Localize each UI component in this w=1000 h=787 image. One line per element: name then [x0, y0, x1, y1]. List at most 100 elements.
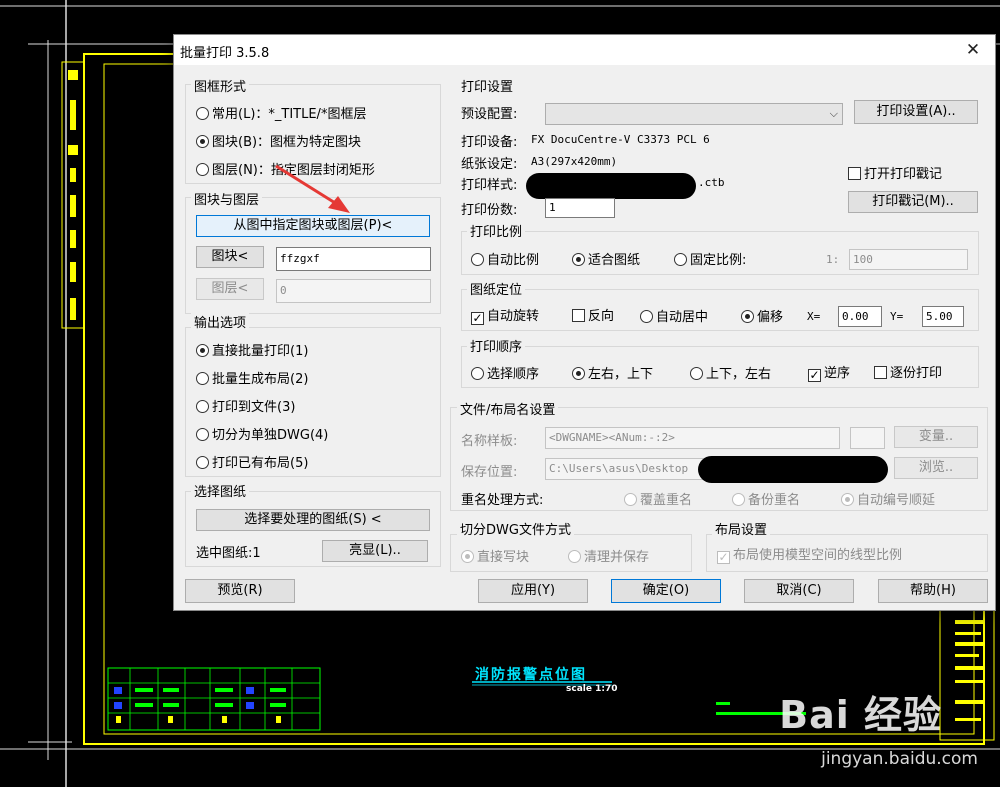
radio-off-icon — [640, 310, 653, 323]
rename-label: 重名处理方式: — [461, 493, 544, 508]
collate-checkbox[interactable]: 逐份打印 — [874, 362, 942, 381]
paper-label: 纸张设定: — [461, 157, 518, 172]
preset-label: 预设配置: — [461, 107, 518, 122]
layer-pick-button[interactable]: 图层< — [196, 278, 264, 300]
scale-fixed-radio[interactable]: 固定比例: — [674, 249, 746, 268]
split-write-block-radio[interactable]: 直接写块 — [461, 546, 529, 565]
scale-ratio-input[interactable]: 100 — [849, 249, 968, 270]
file-layout-label: 文件/布局名设置 — [457, 399, 559, 418]
order-lr-tb-radio[interactable]: 左右，上下 — [572, 363, 653, 382]
offset-y-label: Y= — [890, 310, 904, 323]
order-tb-lr-radio[interactable]: 上下，左右 — [690, 363, 771, 382]
name-template-extra-input[interactable] — [850, 427, 885, 449]
variable-button[interactable]: 变量.. — [894, 426, 978, 448]
cad-drawing-scale: scale 1:70 — [566, 684, 618, 694]
radio-off-icon — [624, 493, 637, 506]
offset-x-input[interactable]: 0.00 — [838, 306, 882, 327]
scale-auto-radio[interactable]: 自动比例 — [471, 249, 539, 268]
checkbox-unchecked-icon — [874, 366, 887, 379]
chevron-down-icon: ⌵ — [829, 107, 838, 120]
print-settings-button[interactable]: 打印设置(A).. — [854, 100, 978, 124]
layer-name-input[interactable]: 0 — [276, 279, 431, 303]
scale-label: 打印比例 — [467, 221, 526, 240]
ok-button[interactable]: 确定(O) — [611, 579, 721, 603]
select-drawing-label: 选择图纸 — [191, 481, 250, 500]
split-dwg-label: 切分DWG文件方式 — [457, 519, 574, 538]
radio-on-icon — [196, 344, 209, 357]
reverse-checkbox[interactable]: 反向 — [572, 305, 614, 324]
block-layer-label: 图块与图层 — [191, 189, 263, 208]
checkbox-checked-icon: ✓ — [808, 368, 821, 382]
auto-center-radio[interactable]: 自动居中 — [640, 306, 708, 325]
output-gen-layout-radio[interactable]: 批量生成布局(2) — [196, 368, 308, 387]
style-suffix: .ctb — [698, 176, 725, 189]
rename-autonumber-radio[interactable]: 自动编号顺延 — [841, 489, 935, 508]
block-pick-button[interactable]: 图块< — [196, 246, 264, 268]
frame-form-common-radio[interactable]: 常用(L)：*_TITLE/*图框层 — [196, 103, 366, 122]
order-select-radio[interactable]: 选择顺序 — [471, 363, 539, 382]
copies-input[interactable]: 1 — [545, 198, 615, 218]
preview-button[interactable]: 预览(R) — [185, 579, 295, 603]
print-stamp-checkbox[interactable]: 打开打印戳记 — [848, 163, 942, 182]
name-template-input[interactable]: <DWGNAME><ANum:-:2> — [545, 427, 840, 449]
radio-on-icon — [572, 253, 585, 266]
order-label: 打印顺序 — [467, 336, 526, 355]
block-name-input[interactable]: ffzgxf — [276, 247, 431, 271]
radio-off-icon — [568, 550, 581, 563]
preset-select[interactable]: ⌵ — [545, 103, 843, 125]
radio-off-icon — [196, 107, 209, 120]
radio-on-icon — [196, 135, 209, 148]
watermark-url: jingyan.baidu.com — [821, 749, 978, 769]
radio-off-icon — [732, 493, 745, 506]
scale-ratio-prefix: 1: — [826, 253, 840, 266]
cancel-button[interactable]: 取消(C) — [744, 579, 854, 603]
save-path-redaction — [698, 456, 888, 483]
radio-off-icon — [196, 163, 209, 176]
checkbox-checked-icon: ✓ — [717, 550, 730, 564]
save-path-label: 保存位置: — [461, 465, 518, 480]
auto-rotate-checkbox[interactable]: ✓ 自动旋转 — [471, 305, 539, 325]
style-label: 打印样式: — [461, 178, 518, 193]
output-options-label: 输出选项 — [191, 312, 250, 331]
layout-settings-label: 布局设置 — [712, 519, 771, 538]
device-label: 打印设备: — [461, 135, 518, 150]
radio-off-icon — [196, 400, 209, 413]
layout-linetype-checkbox[interactable]: ✓ 布局使用模型空间的线型比例 — [717, 544, 902, 564]
select-drawings-button[interactable]: 选择要处理的图纸(S) < — [196, 509, 430, 531]
highlight-button[interactable]: 亮显(L).. — [322, 540, 428, 562]
copies-label: 打印份数: — [461, 203, 518, 218]
close-icon[interactable]: ✕ — [951, 35, 995, 65]
print-stamp-button[interactable]: 打印戳记(M).. — [848, 191, 978, 213]
rename-backup-radio[interactable]: 备份重名 — [732, 489, 800, 508]
scale-fit-radio[interactable]: 适合图纸 — [572, 249, 640, 268]
name-template-label: 名称样板: — [461, 434, 518, 449]
output-existing-layout-radio[interactable]: 打印已有布局(5) — [196, 452, 308, 471]
split-purge-save-radio[interactable]: 清理并保存 — [568, 546, 649, 565]
help-button[interactable]: 帮助(H) — [878, 579, 988, 603]
radio-off-icon — [196, 456, 209, 469]
frame-form-block-radio[interactable]: 图块(B)：图框为特定图块 — [196, 131, 361, 150]
cad-drawing-title: 消防报警点位图 — [475, 667, 587, 683]
browse-button[interactable]: 浏览.. — [894, 457, 978, 479]
watermark-logo: Bai 经验 — [779, 693, 942, 737]
style-redaction — [526, 173, 696, 199]
dialog-titlebar[interactable]: 批量打印 3.5.8 ✕ — [174, 35, 995, 65]
dialog-title: 批量打印 3.5.8 — [180, 46, 270, 61]
output-split-dwg-radio[interactable]: 切分为单独DWG(4) — [196, 424, 328, 443]
radio-on-icon — [461, 550, 474, 563]
offset-radio[interactable]: 偏移 — [741, 306, 783, 325]
output-print-file-radio[interactable]: 打印到文件(3) — [196, 396, 295, 415]
device-value: FX DocuCentre-V C3373 PCL 6 — [531, 133, 710, 146]
offset-x-label: X= — [807, 310, 821, 323]
radio-off-icon — [471, 253, 484, 266]
radio-off-icon — [196, 428, 209, 441]
output-direct-print-radio[interactable]: 直接批量打印(1) — [196, 340, 308, 359]
radio-off-icon — [690, 367, 703, 380]
radio-on-icon — [841, 493, 854, 506]
radio-off-icon — [674, 253, 687, 266]
offset-y-input[interactable]: 5.00 — [922, 306, 964, 327]
frame-form-label: 图框形式 — [191, 76, 250, 95]
apply-button[interactable]: 应用(Y) — [478, 579, 588, 603]
reverse-order-checkbox[interactable]: ✓ 逆序 — [808, 362, 850, 382]
rename-overwrite-radio[interactable]: 覆盖重名 — [624, 489, 692, 508]
